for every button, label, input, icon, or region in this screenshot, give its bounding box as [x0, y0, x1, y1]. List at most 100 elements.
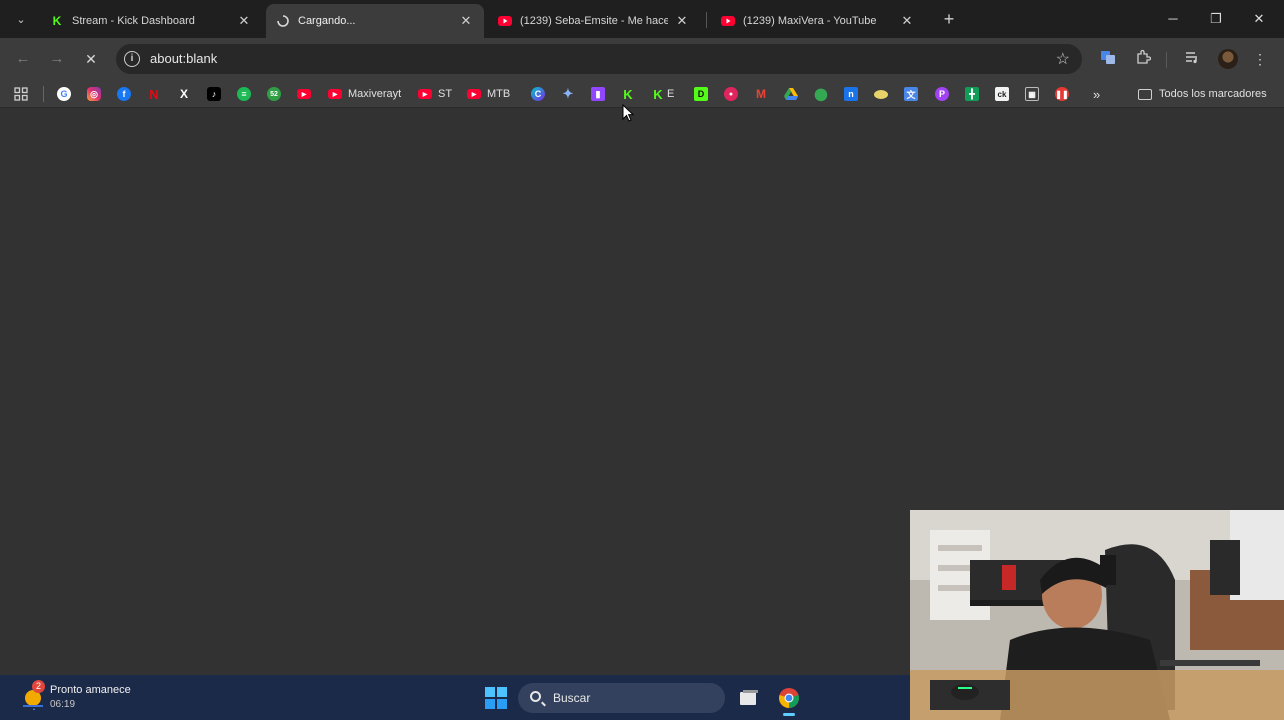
- clock-time: 06:19: [50, 699, 76, 710]
- forward-button[interactable]: →: [46, 48, 68, 70]
- bookmark-google[interactable]: G: [57, 86, 71, 102]
- bookmark-st[interactable]: ▶ ST: [418, 86, 452, 102]
- close-tab-icon[interactable]: ✕: [674, 13, 690, 29]
- restore-button[interactable]: ❐: [1201, 6, 1231, 32]
- bookmark-yellow-app[interactable]: [874, 86, 888, 102]
- weather-text: Pronto amanece: [50, 684, 131, 696]
- tab-strip: ⌄ K Stream - Kick Dashboard ✕ Cargando..…: [0, 0, 1284, 38]
- bookmark-label: Maxiverayt: [348, 88, 402, 100]
- search-label: Buscar: [553, 691, 591, 705]
- bookmark-gemini[interactable]: ✦: [561, 86, 575, 102]
- weather-widget[interactable]: 2: [20, 680, 50, 712]
- tab-loading[interactable]: Cargando... ✕: [266, 4, 484, 38]
- bookmark-drive[interactable]: [784, 86, 798, 102]
- site-info-icon[interactable]: i: [124, 51, 140, 67]
- windows-start-icon[interactable]: [484, 686, 508, 710]
- x-icon: X: [179, 87, 188, 101]
- close-tab-icon[interactable]: ✕: [458, 13, 474, 29]
- webcam-video-image: [910, 510, 1284, 720]
- bookmark-label: E: [667, 88, 675, 100]
- tab-title: (1239) MaxiVera - YouTube: [743, 15, 877, 27]
- bookmark-pause-app[interactable]: ❚❚: [1055, 86, 1069, 102]
- bookmark-gmail[interactable]: M: [754, 86, 768, 102]
- twitch-icon: ▮: [591, 87, 605, 101]
- bookmark-netflix[interactable]: N: [147, 86, 161, 102]
- d-icon: D: [694, 87, 708, 101]
- all-bookmarks-button[interactable]: Todos los marcadores: [1138, 86, 1267, 102]
- address-text[interactable]: about:blank: [150, 51, 217, 66]
- red-circle-icon: ●: [724, 87, 738, 101]
- youtube-icon: [721, 14, 735, 28]
- gemini-icon: ✦: [562, 86, 574, 101]
- media-controls-icon[interactable]: [1182, 49, 1202, 69]
- bookmark-red-circle[interactable]: ●: [724, 86, 738, 102]
- youtube-icon: ▶: [297, 89, 311, 99]
- apps-grid-icon[interactable]: [14, 86, 28, 102]
- bookmark-grid-app[interactable]: ▦: [1025, 86, 1039, 102]
- loading-spinner-icon: [276, 14, 290, 28]
- bookmark-translate[interactable]: 文: [904, 86, 918, 102]
- drive-icon: [784, 87, 798, 101]
- bookmark-white-app[interactable]: ck: [995, 86, 1009, 102]
- close-tab-icon[interactable]: ✕: [236, 13, 252, 29]
- tab-title: Stream - Kick Dashboard: [72, 15, 195, 27]
- close-tab-icon[interactable]: ✕: [899, 13, 915, 29]
- bookmarks-overflow-icon[interactable]: »: [1093, 86, 1100, 102]
- search-icon: [530, 691, 541, 702]
- profile-avatar[interactable]: [1218, 49, 1238, 69]
- bookmark-instagram[interactable]: ◎: [87, 86, 101, 102]
- bookmark-facebook[interactable]: f: [117, 86, 131, 102]
- bookmark-blue-app[interactable]: n: [844, 86, 858, 102]
- bookmark-52[interactable]: 52: [267, 86, 281, 102]
- stop-loading-button[interactable]: ✕: [80, 48, 102, 70]
- bookmark-kick[interactable]: K: [621, 86, 635, 102]
- tab-seba-emsite[interactable]: (1239) Seba-Emsite - Me haces ✕: [488, 4, 700, 38]
- netflix-icon: N: [149, 86, 159, 102]
- minimize-button[interactable]: ─: [1158, 6, 1188, 32]
- mouse-cursor-icon: [622, 104, 634, 122]
- canva-icon: C: [531, 87, 545, 101]
- pause-app-icon: ❚❚: [1055, 87, 1069, 101]
- address-bar[interactable]: i about:blank ☆: [116, 44, 1082, 74]
- youtube-icon: [498, 14, 512, 28]
- bookmark-purple-app[interactable]: P: [935, 86, 949, 102]
- back-button[interactable]: ←: [12, 48, 34, 70]
- bookmark-mtb[interactable]: ▶ MTB: [467, 86, 510, 102]
- bookmark-label: MTB: [487, 88, 511, 100]
- task-view-icon[interactable]: [737, 686, 761, 710]
- extensions-icon[interactable]: [1133, 49, 1153, 69]
- bookmark-youtube[interactable]: ▶: [297, 86, 311, 102]
- weather-badge: 2: [32, 680, 45, 693]
- tab-search-icon[interactable]: ⌄: [8, 8, 34, 30]
- bookmark-canva[interactable]: C: [531, 86, 545, 102]
- google-icon: G: [57, 87, 71, 101]
- grid-app-icon: ▦: [1025, 87, 1039, 101]
- bookmark-x[interactable]: X: [177, 86, 191, 102]
- close-window-button[interactable]: ✕: [1244, 6, 1274, 32]
- bookmarks-bar: [0, 80, 1284, 108]
- bookmark-twitch[interactable]: ▮: [591, 86, 605, 102]
- taskbar-search[interactable]: Buscar: [518, 683, 725, 713]
- bookmark-star-icon[interactable]: ☆: [1056, 49, 1070, 69]
- chrome-icon[interactable]: [777, 686, 801, 716]
- new-tab-button[interactable]: +: [938, 8, 960, 30]
- bookmark-maxiverayt[interactable]: ▶ Maxiverayt: [328, 86, 401, 102]
- tab-kick-dashboard[interactable]: K Stream - Kick Dashboard ✕: [40, 4, 262, 38]
- bookmark-maps[interactable]: ⬤: [814, 86, 828, 102]
- kick-icon: K: [623, 86, 633, 102]
- bookmark-tiktok[interactable]: ♪: [207, 86, 221, 102]
- bookmark-kick-e[interactable]: K E: [651, 86, 674, 102]
- blue-app-icon: n: [844, 87, 858, 101]
- kick-icon: K: [653, 86, 663, 102]
- maps-icon: ⬤: [814, 87, 828, 101]
- toolbar-divider: [1166, 52, 1167, 68]
- youtube-icon: ▶: [328, 89, 342, 99]
- bookmark-sheets[interactable]: ╋: [965, 86, 979, 102]
- bookmark-d[interactable]: D: [694, 86, 708, 102]
- tab-maxivera-youtube[interactable]: (1239) MaxiVera - YouTube ✕: [711, 4, 925, 38]
- bookmarks-divider: [43, 86, 44, 102]
- bookmark-spotify[interactable]: ≡: [237, 86, 251, 102]
- translate-extension-icon[interactable]: [1098, 49, 1118, 69]
- tab-title: Cargando...: [298, 15, 356, 27]
- menu-kebab-icon[interactable]: ⋮: [1250, 49, 1270, 69]
